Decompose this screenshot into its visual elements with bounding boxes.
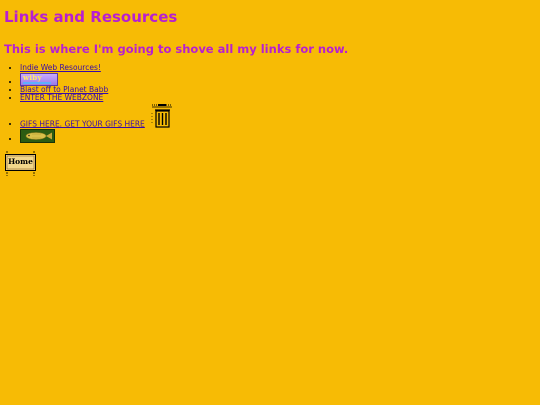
home-button-label: Home <box>8 157 33 166</box>
list-item: GIFS HERE. GET YOUR GIFS HERE <box>20 103 536 129</box>
list-item <box>20 128 536 143</box>
wiby-badge-icon[interactable]: wiby <box>20 72 58 86</box>
trash-can-icon <box>151 103 173 129</box>
page-subtitle: This is where I'm going to shove all my … <box>4 42 349 56</box>
wiby-link[interactable]: wiby <box>20 72 58 86</box>
list-item: ENTER THE WEBZONE <box>20 93 536 103</box>
fish-link[interactable] <box>20 128 55 143</box>
fish-badge-icon[interactable] <box>20 128 55 143</box>
page-title: Links and Resources <box>4 8 178 26</box>
gifs-link[interactable]: GIFS HERE. GET YOUR GIFS HERE <box>20 119 145 128</box>
list-item: Indie Web Resources! <box>20 63 536 73</box>
indie-web-link[interactable]: Indie Web Resources! <box>20 63 101 72</box>
page-container: Links and Resources This is where I'm go… <box>0 0 540 143</box>
wiby-badge-text: wiby <box>23 72 42 82</box>
wiby-badge-bar <box>23 81 51 84</box>
webzone-link[interactable]: ENTER THE WEBZONE <box>20 93 103 102</box>
links-list: Indie Web Resources! wiby Blast off to P… <box>4 63 536 143</box>
home-button[interactable]: Home <box>5 151 36 176</box>
